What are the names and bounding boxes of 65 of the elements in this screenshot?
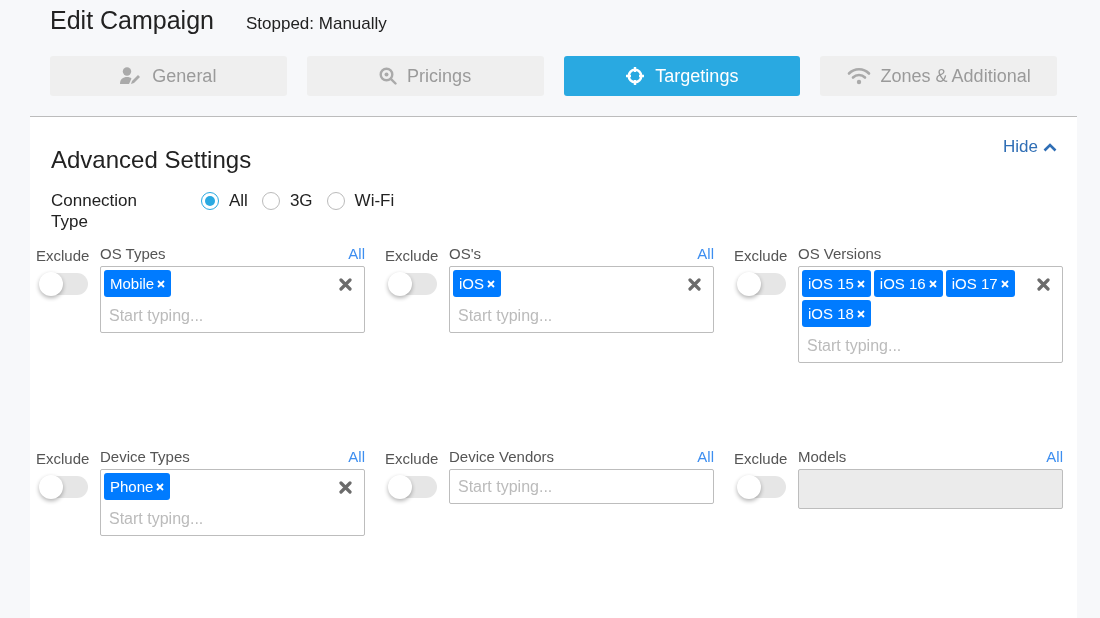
all-link[interactable]: All [697, 448, 714, 465]
tag-chip[interactable]: Phone [104, 473, 171, 500]
field-label: Models [798, 448, 847, 465]
chevron-up-icon [1043, 142, 1057, 152]
exclude-toggle[interactable] [738, 273, 786, 295]
exclude-label: Exclude [36, 450, 91, 467]
exclude-label: Exclude [385, 247, 440, 264]
all-link[interactable]: All [348, 448, 365, 465]
clear-icon[interactable] [339, 278, 352, 291]
clear-icon[interactable] [688, 278, 701, 291]
page-title: Edit Campaign [50, 6, 214, 35]
tag-chip[interactable]: iOS 17 [945, 270, 1015, 297]
exclude-label: Exclude [734, 450, 789, 467]
tab[interactable]: Zones & Additional [820, 56, 1057, 96]
tag-select-field[interactable]: iOS 15 iOS 16 iOS 17 iOS 18 Start typing... [798, 266, 1063, 363]
typeahead-input[interactable]: Start typing... [458, 478, 658, 496]
typeahead-input[interactable]: Start typing... [458, 307, 658, 325]
radio-option[interactable]: 3G [261, 190, 313, 212]
exclude-toggle[interactable] [40, 273, 88, 295]
clear-icon[interactable] [1037, 278, 1050, 291]
exclude-label: Exclude [734, 247, 789, 264]
section-title: Advanced Settings [51, 146, 252, 174]
tag-chip[interactable]: iOS 15 [802, 270, 871, 297]
exclude-label: Exclude [385, 450, 440, 467]
tag-chip[interactable]: iOS 18 [802, 300, 871, 327]
remove-icon[interactable] [157, 279, 166, 288]
radio-option[interactable]: All [201, 190, 248, 212]
all-link[interactable]: All [348, 245, 365, 262]
person-pen-icon [120, 67, 143, 85]
wifi-icon [846, 67, 871, 85]
remove-icon[interactable] [1000, 279, 1009, 288]
typeahead-input[interactable]: Start typing... [109, 307, 309, 325]
clear-icon[interactable] [339, 481, 352, 494]
tab[interactable]: General [50, 56, 287, 96]
remove-icon[interactable] [928, 279, 937, 288]
exclude-label: Exclude [36, 247, 91, 264]
typeahead-input[interactable]: Start typing... [807, 337, 1007, 355]
crosshair-icon [625, 66, 646, 86]
tag-select-field[interactable]: Phone Start typing... [100, 469, 365, 536]
field-label: Device Vendors [449, 448, 555, 465]
campaign-status: Stopped: Manually [246, 14, 387, 34]
field-label: OS Versions [798, 245, 882, 262]
remove-icon[interactable] [487, 279, 495, 288]
remove-icon[interactable] [156, 482, 165, 491]
field-label: OS Types [100, 245, 166, 262]
tag-select-field[interactable]: Start typing... [449, 469, 714, 504]
exclude-toggle[interactable] [389, 273, 437, 295]
exclude-toggle[interactable] [389, 476, 437, 498]
hide-link[interactable]: Hide [1003, 137, 1057, 157]
tag-chip[interactable]: Mobile [104, 270, 172, 297]
tag-select-field[interactable]: iOS Start typing... [449, 266, 714, 333]
tag-chip[interactable]: iOS 16 [873, 270, 943, 297]
field-label: OS's [449, 245, 482, 262]
field-label: Device Types [100, 448, 190, 465]
field-label: Connection Type [51, 190, 138, 232]
remove-icon[interactable] [856, 279, 865, 288]
remove-icon[interactable] [856, 309, 865, 318]
typeahead-input[interactable]: Start typing... [109, 510, 309, 528]
radio-option[interactable]: Wi-Fi [326, 190, 395, 212]
tab[interactable]: Targetings [563, 56, 801, 96]
all-link[interactable]: All [697, 245, 714, 262]
tag-chip[interactable]: iOS [453, 270, 501, 297]
exclude-toggle[interactable] [40, 476, 88, 498]
tab[interactable]: Pricings [306, 56, 544, 96]
tag-select-field[interactable]: Mobile Start typing... [100, 266, 365, 333]
